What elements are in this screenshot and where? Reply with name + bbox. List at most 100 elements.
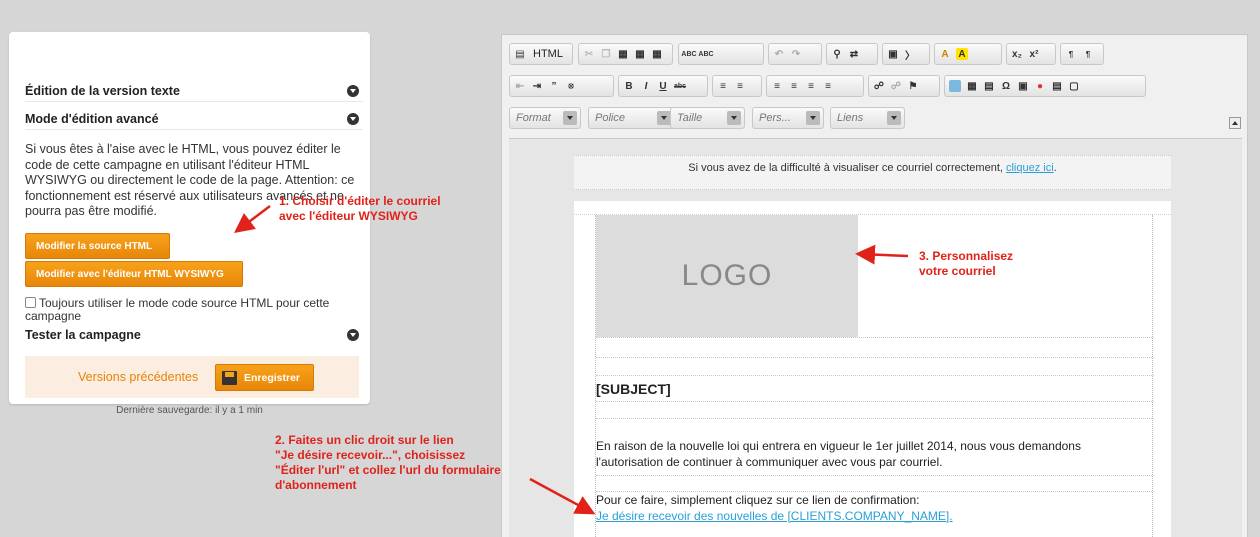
- bg-color-icon[interactable]: A: [956, 48, 968, 60]
- format-dropdown[interactable]: Format: [509, 107, 581, 129]
- row-divider: [596, 401, 1154, 402]
- save-bar: Versions précédentes Enregistrer: [25, 356, 359, 398]
- email-body-paragraph[interactable]: En raison de la nouvelle loi qui entrera…: [596, 439, 1116, 470]
- indent-icon[interactable]: ⇥: [531, 80, 543, 92]
- annotation-line: "Éditer l'url" et collez l'url du formul…: [275, 463, 501, 477]
- blockquote-icon[interactable]: ”: [548, 80, 560, 92]
- align-left-icon[interactable]: ≡: [771, 80, 783, 92]
- font-dropdown[interactable]: Police: [588, 107, 675, 129]
- italic-icon[interactable]: I: [640, 80, 652, 92]
- bold-icon[interactable]: B: [623, 80, 635, 92]
- image-icon[interactable]: [949, 80, 961, 92]
- preheader: Si vous avez de la difficulté à visualis…: [574, 155, 1171, 190]
- preview-icon[interactable]: ▢: [1068, 80, 1080, 92]
- eraser-icon[interactable]: 〉: [904, 48, 916, 62]
- chevron-down-icon: [887, 111, 901, 125]
- redo-icon[interactable]: ↷: [790, 48, 802, 60]
- subscription-confirm-link[interactable]: Je désire recevoir des nouvelles de [CLI…: [596, 509, 953, 523]
- toolbar-row-3: Format Police Taille Pers... Liens: [502, 105, 1247, 131]
- toolbar-row-2: ⇤ ⇥ ” ⦻ B I U abc ≡ ≡ ≡ ≡ ≡ ≡ ☍ ☍ ⚑ ▦ ▤ …: [502, 73, 1247, 99]
- spellcheck-icon[interactable]: ABC: [681, 48, 696, 60]
- bullet-list-icon[interactable]: ≡: [734, 80, 746, 92]
- size-dropdown-label: Taille: [677, 112, 703, 124]
- email-confirmation-paragraph[interactable]: Pour ce faire, simplement cliquez sur ce…: [596, 493, 1116, 524]
- numbered-list-icon[interactable]: ≡: [717, 80, 729, 92]
- view-online-link[interactable]: cliquez ici: [1006, 162, 1054, 174]
- section-text-version[interactable]: Édition de la version texte: [25, 80, 363, 102]
- collapse-icon[interactable]: [347, 112, 359, 125]
- paste-word-icon[interactable]: ▦: [651, 48, 663, 60]
- find-icon[interactable]: ⚲: [831, 48, 843, 60]
- outdent-icon[interactable]: ⇤: [514, 80, 526, 92]
- underline-icon[interactable]: U: [657, 80, 669, 92]
- unlink-icon[interactable]: ☍: [890, 80, 902, 92]
- chevron-down-icon: [727, 111, 741, 125]
- align-right-icon[interactable]: ≡: [805, 80, 817, 92]
- row-divider: [596, 418, 1154, 419]
- iframe-icon[interactable]: ▣: [1017, 80, 1029, 92]
- paste-icon[interactable]: ▦: [617, 48, 629, 60]
- anchor-flag-icon[interactable]: ⚑: [907, 80, 919, 92]
- section-advanced-mode[interactable]: Mode d'édition avancé: [25, 108, 363, 130]
- row-divider: [596, 491, 1154, 492]
- font-dropdown-label: Police: [595, 112, 625, 124]
- preheader-text: Si vous avez de la difficulté à visualis…: [688, 162, 1006, 174]
- special-char-icon[interactable]: Ω: [1000, 80, 1012, 92]
- text-color-icon[interactable]: A: [939, 48, 951, 60]
- wysiwyg-editor: ▤ HTML ✂ ❐ ▦ ▦ ▦ ABC ABC ↶ ↷ ⚲ ⇄ ▣ 〉 A A: [501, 34, 1248, 537]
- copy-icon[interactable]: ❐: [600, 48, 612, 60]
- row-divider: [596, 357, 1154, 358]
- strikethrough-icon[interactable]: abc: [674, 80, 686, 92]
- template-icon[interactable]: ▤: [1051, 80, 1063, 92]
- align-center-icon[interactable]: ≡: [788, 80, 800, 92]
- always-source-mode-label: Toujours utiliser le mode code source HT…: [25, 296, 330, 323]
- personalize-dropdown[interactable]: Pers...: [752, 107, 824, 129]
- section-advanced-mode-label: Mode d'édition avancé: [25, 111, 159, 126]
- justify-icon[interactable]: ≡: [822, 80, 834, 92]
- confirmation-text: Pour ce faire, simplement cliquez sur ce…: [596, 493, 920, 507]
- annotation-line: avec l'éditeur WYSIWYG: [279, 209, 418, 223]
- select-all-icon[interactable]: ▣: [887, 48, 899, 60]
- previous-versions-link[interactable]: Versions précédentes: [78, 370, 198, 384]
- section-text-version-label: Édition de la version texte: [25, 83, 180, 98]
- subscript-icon[interactable]: x₂: [1011, 48, 1023, 60]
- replace-icon[interactable]: ⇄: [848, 48, 860, 60]
- chevron-down-icon: [806, 111, 820, 125]
- cut-icon[interactable]: ✂: [583, 48, 595, 60]
- ltr-icon[interactable]: ¶: [1065, 48, 1077, 60]
- annotation-step-1: 1. Choisir d'éditer le courriel avec l'é…: [279, 194, 441, 224]
- edit-html-source-button[interactable]: Modifier la source HTML: [25, 233, 170, 259]
- spellcheck-options-icon[interactable]: ABC: [698, 48, 713, 60]
- email-subject[interactable]: [SUBJECT]: [596, 381, 671, 397]
- annotation-line: votre courriel: [919, 264, 996, 278]
- html-source-button[interactable]: HTML: [531, 48, 565, 60]
- annotation-step-2: 2. Faites un clic droit sur le lien "Je …: [275, 433, 501, 493]
- paste-text-icon[interactable]: ▦: [634, 48, 646, 60]
- size-dropdown[interactable]: Taille: [670, 107, 745, 129]
- row-divider: [596, 337, 1154, 338]
- collapse-toolbar-button[interactable]: [1229, 117, 1241, 129]
- format-dropdown-label: Format: [516, 112, 551, 124]
- annotation-line: 3. Personnalisez: [919, 249, 1014, 263]
- annotation-line: 2. Faites un clic droit sur le lien: [275, 433, 454, 447]
- expand-icon[interactable]: [347, 329, 359, 341]
- always-source-mode-checkbox[interactable]: [25, 297, 36, 308]
- div-icon[interactable]: ⦻: [565, 80, 577, 92]
- table-icon[interactable]: ▦: [966, 80, 978, 92]
- expand-icon[interactable]: [347, 84, 359, 97]
- undo-icon[interactable]: ↶: [773, 48, 785, 60]
- superscript-icon[interactable]: x²: [1028, 48, 1040, 60]
- map-pin-icon[interactable]: ●: [1034, 80, 1046, 92]
- annotation-step-3: 3. Personnalisez votre courriel: [919, 249, 1013, 279]
- logo-placeholder[interactable]: LOGO: [596, 215, 858, 337]
- edit-wysiwyg-button[interactable]: Modifier avec l'éditeur HTML WYSIWYG: [25, 261, 243, 287]
- chevron-down-icon: [563, 111, 577, 125]
- editor-content-area[interactable]: Si vous avez de la difficulté à visualis…: [509, 138, 1242, 537]
- save-button[interactable]: Enregistrer: [215, 364, 314, 391]
- horizontal-rule-icon[interactable]: ▤: [983, 80, 995, 92]
- rtl-icon[interactable]: ¶: [1082, 48, 1094, 60]
- links-dropdown[interactable]: Liens: [830, 107, 905, 129]
- link-icon[interactable]: ☍: [873, 80, 885, 92]
- floppy-disk-icon: [222, 370, 237, 385]
- section-test-campaign[interactable]: Tester la campagne: [25, 324, 363, 346]
